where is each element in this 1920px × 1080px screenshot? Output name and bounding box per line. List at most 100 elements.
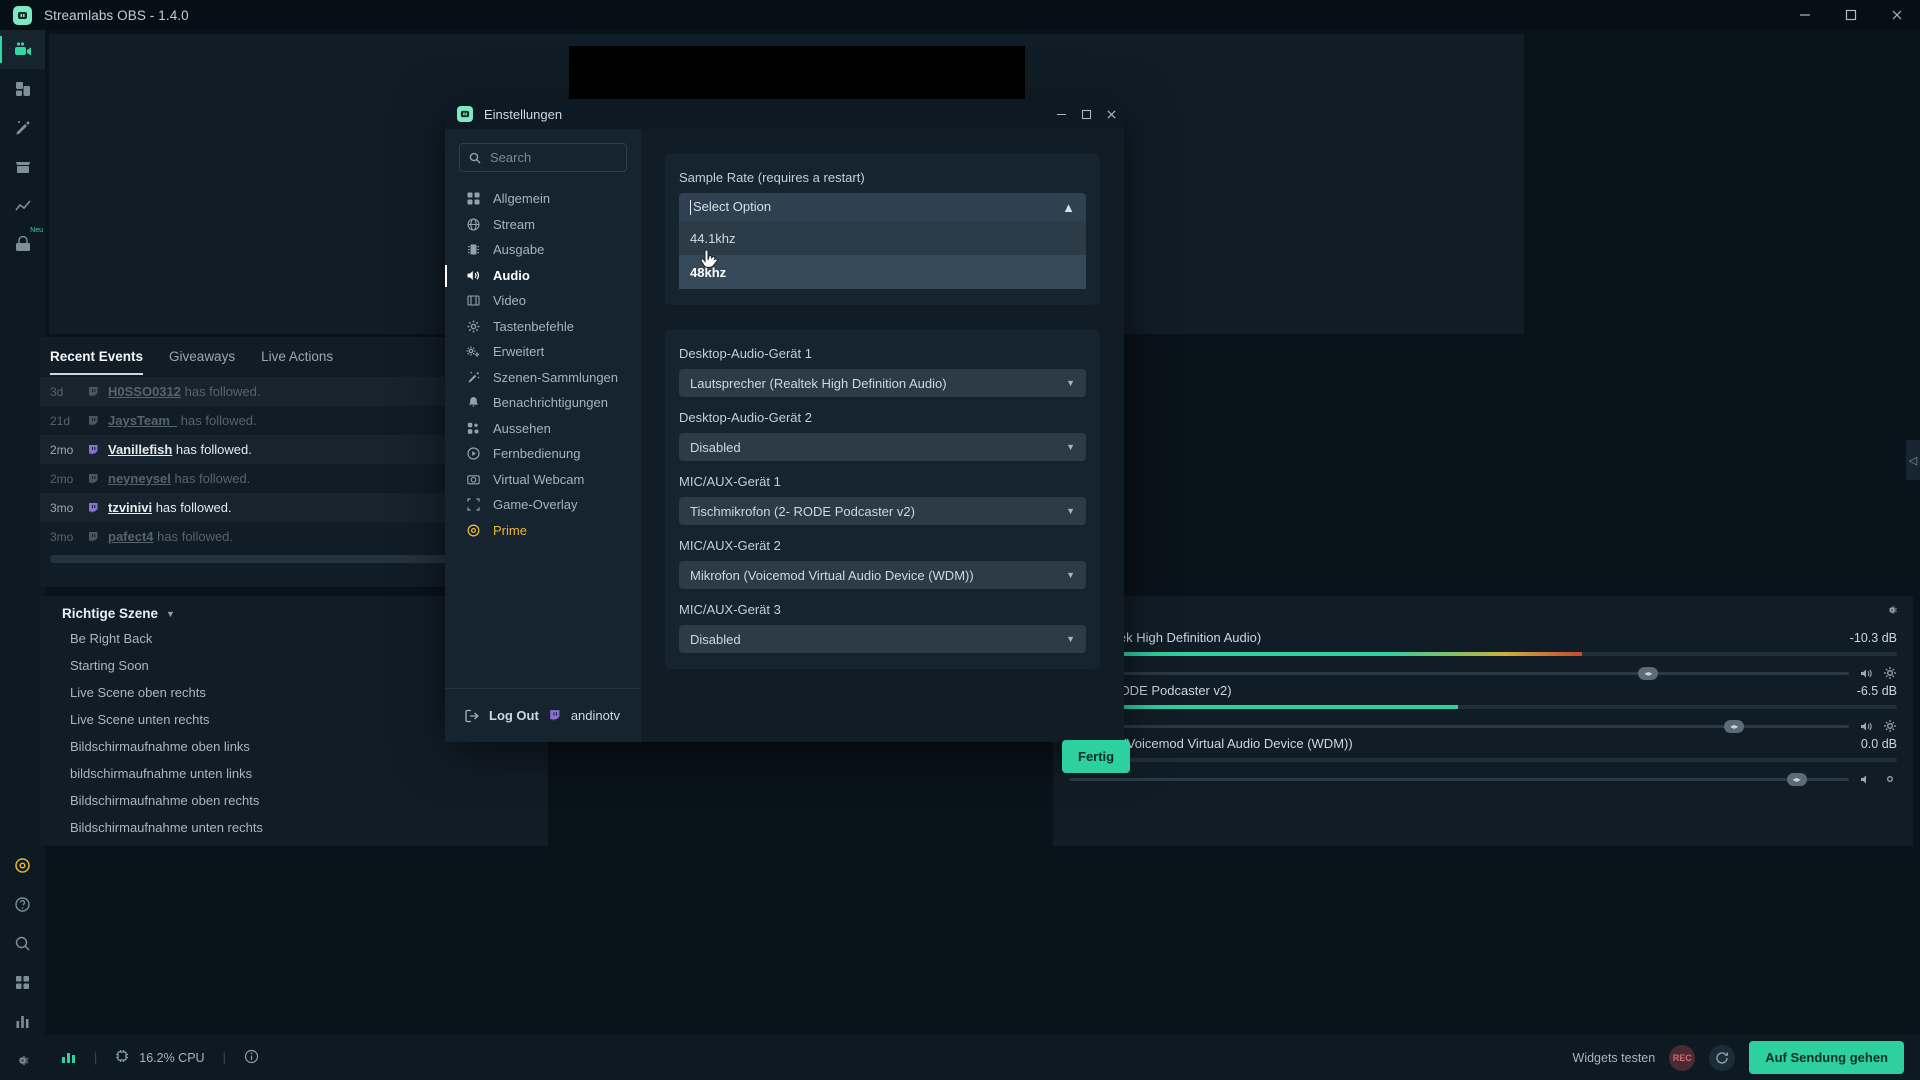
event-text: JaysTeam_ has followed. xyxy=(108,413,257,428)
rail-item-grid[interactable] xyxy=(0,963,45,1002)
mixer-volume-slider[interactable]: ◂▸ xyxy=(1069,772,1849,786)
mic-aux-device-2-select[interactable]: Mikrofon (Voicemod Virtual Audio Device … xyxy=(679,561,1086,589)
sample-rate-dropdown-head[interactable]: Select Option ▲ xyxy=(679,193,1086,221)
event-time: 3mo xyxy=(50,500,74,515)
sidebar-item-szenen-sammlungen[interactable]: Szenen-Sammlungen xyxy=(445,365,641,391)
sidebar-item-label: Aussehen xyxy=(493,420,551,436)
gear-icon[interactable] xyxy=(1885,603,1899,622)
mixer-volume-knob[interactable]: ◂▸ xyxy=(1786,772,1807,786)
mic-aux-device-3-select[interactable]: Disabled ▼ xyxy=(679,625,1086,653)
device-label: MIC/AUX-Gerät 3 xyxy=(679,602,781,617)
select-value: Lautsprecher (Realtek High Definition Au… xyxy=(690,375,947,391)
sample-rate-option-48khz[interactable]: 48khz xyxy=(679,255,1086,289)
mixer-volume-knob[interactable]: ◂▸ xyxy=(1638,666,1659,680)
sidebar-item-tastenbefehle[interactable]: Tastenbefehle xyxy=(445,314,641,340)
chevron-down-icon[interactable]: ▼ xyxy=(1066,442,1075,452)
mixer-channel: er (Realtek High Definition Audio) -10.3… xyxy=(1053,628,1913,681)
event-time: 2mo xyxy=(50,442,74,457)
speaker-icon[interactable] xyxy=(1859,720,1873,733)
settings-minimize-button[interactable] xyxy=(1049,99,1074,129)
chevron-up-icon[interactable]: ▲ xyxy=(1062,200,1075,215)
rail-item-stream[interactable] xyxy=(0,30,45,69)
speaker-icon[interactable] xyxy=(1859,773,1873,786)
status-left-group: | 16.2% CPU | xyxy=(61,1049,259,1067)
mixer-volume-slider[interactable]: ◂▸ xyxy=(1069,719,1849,733)
logout-icon[interactable] xyxy=(465,709,480,723)
info-icon[interactable] xyxy=(244,1049,259,1067)
chevron-down-icon[interactable]: ▼ xyxy=(1066,506,1075,516)
chevron-down-icon[interactable]: ▼ xyxy=(1066,634,1075,644)
speaker-icon[interactable] xyxy=(1859,667,1873,680)
sidebar-item-prime[interactable]: Prime xyxy=(445,518,641,544)
logout-label[interactable]: Log Out xyxy=(489,708,539,723)
rail-item-prime[interactable] xyxy=(0,846,45,885)
window-close-button[interactable] xyxy=(1874,0,1920,30)
device-label: Desktop-Audio-Gerät 2 xyxy=(679,410,812,425)
gear-icon[interactable] xyxy=(1883,772,1897,786)
sidebar-item-audio[interactable]: Audio xyxy=(445,263,641,289)
settings-close-button[interactable] xyxy=(1099,99,1124,129)
collapse-panel-arrow-icon[interactable]: ◁ xyxy=(1906,440,1920,480)
rail-item-apps[interactable]: Neu xyxy=(0,225,45,264)
chevron-down-icon[interactable]: ▼ xyxy=(1066,570,1075,580)
gears-icon xyxy=(466,345,480,359)
rail-item-analytics[interactable] xyxy=(0,186,45,225)
tab-recent-events[interactable]: Recent Events xyxy=(50,349,144,375)
sample-rate-option-44-1khz[interactable]: 44.1khz xyxy=(679,221,1086,255)
go-live-button[interactable]: Auf Sendung gehen xyxy=(1749,1041,1904,1074)
widgets-test-label[interactable]: Widgets testen xyxy=(1573,1051,1656,1065)
sidebar-item-game-overlay[interactable]: Game-Overlay xyxy=(445,492,641,518)
scene-item[interactable]: Bildschirmaufnahme unten rechts xyxy=(70,814,548,841)
sidebar-item-erweitert[interactable]: Erweitert xyxy=(445,339,641,365)
settings-content: Sample Rate (requires a restart) Select … xyxy=(641,129,1124,742)
settings-search[interactable] xyxy=(459,143,627,172)
rail-item-store[interactable] xyxy=(0,147,45,186)
window-minimize-button[interactable] xyxy=(1782,0,1828,30)
sidebar-item-label: Prime xyxy=(493,522,527,538)
desktop-audio-device-1-select[interactable]: Lautsprecher (Realtek High Definition Au… xyxy=(679,369,1086,397)
sample-rate-dropdown[interactable]: Select Option ▲ 44.1khz 48khz xyxy=(679,193,1086,289)
mic-aux-device-1-select[interactable]: Tischmikrofon (2- RODE Podcaster v2) ▼ xyxy=(679,497,1086,525)
tab-giveaways[interactable]: Giveaways xyxy=(169,349,235,375)
rail-item-themes[interactable] xyxy=(0,108,45,147)
mixer-volume-knob[interactable]: ◂▸ xyxy=(1724,719,1745,733)
performance-icon[interactable] xyxy=(61,1049,76,1067)
rail-item-stats[interactable] xyxy=(0,1002,45,1041)
sidebar-item-fernbedienung[interactable]: Fernbedienung xyxy=(445,441,641,467)
mixer-volume-slider[interactable]: ◂▸ xyxy=(1069,666,1849,680)
done-button[interactable]: Fertig xyxy=(1062,740,1131,773)
gear-icon[interactable] xyxy=(1883,666,1897,680)
scene-item[interactable]: bildschirmaufnahme unten links xyxy=(70,760,548,787)
tab-live-actions[interactable]: Live Actions xyxy=(261,349,333,375)
sidebar-item-video[interactable]: Video xyxy=(445,288,641,314)
scene-item[interactable]: Bildschirmaufnahme oben rechts xyxy=(70,787,548,814)
overlay-icon xyxy=(466,498,480,512)
sidebar-item-allgemein[interactable]: Allgemein xyxy=(445,186,641,212)
gear-icon[interactable] xyxy=(1883,719,1897,733)
chevron-down-icon[interactable]: ▼ xyxy=(1066,378,1075,388)
sidebar-item-virtual-webcam[interactable]: Virtual Webcam xyxy=(445,467,641,493)
sidebar-item-stream[interactable]: Stream xyxy=(445,212,641,238)
mixer-volume-row: ◂▸ xyxy=(1069,718,1897,734)
event-text: neyneysel has followed. xyxy=(108,471,251,486)
settings-maximize-button[interactable] xyxy=(1074,99,1099,129)
sidebar-item-label: Benachrichtigungen xyxy=(493,395,608,411)
desktop-audio-device-2-select[interactable]: Disabled ▼ xyxy=(679,433,1086,461)
search-icon xyxy=(469,152,481,164)
window-maximize-button[interactable] xyxy=(1828,0,1874,30)
mixer-channel: fon (2- RODE Podcaster v2) -6.5 dB ◂▸ xyxy=(1053,681,1913,734)
sidebar-item-aussehen[interactable]: Aussehen xyxy=(445,416,641,442)
device-field: MIC/AUX-Gerät 3 Disabled ▼ xyxy=(679,602,1086,653)
rail-item-settings[interactable] xyxy=(0,1041,45,1080)
sidebar-item-ausgabe[interactable]: Ausgabe xyxy=(445,237,641,263)
rail-item-chat[interactable] xyxy=(0,924,45,963)
sidebar-item-benachrichtigungen[interactable]: Benachrichtigungen xyxy=(445,390,641,416)
chevron-down-icon[interactable]: ▼ xyxy=(166,609,175,619)
rail-item-help[interactable] xyxy=(0,885,45,924)
replay-buffer-button[interactable] xyxy=(1709,1044,1736,1071)
rail-item-layers[interactable] xyxy=(0,69,45,108)
search-input[interactable] xyxy=(490,150,617,165)
event-time: 2mo xyxy=(50,471,74,486)
sidebar-item-label: Ausgabe xyxy=(493,242,545,258)
record-button[interactable]: REC xyxy=(1669,1044,1696,1071)
